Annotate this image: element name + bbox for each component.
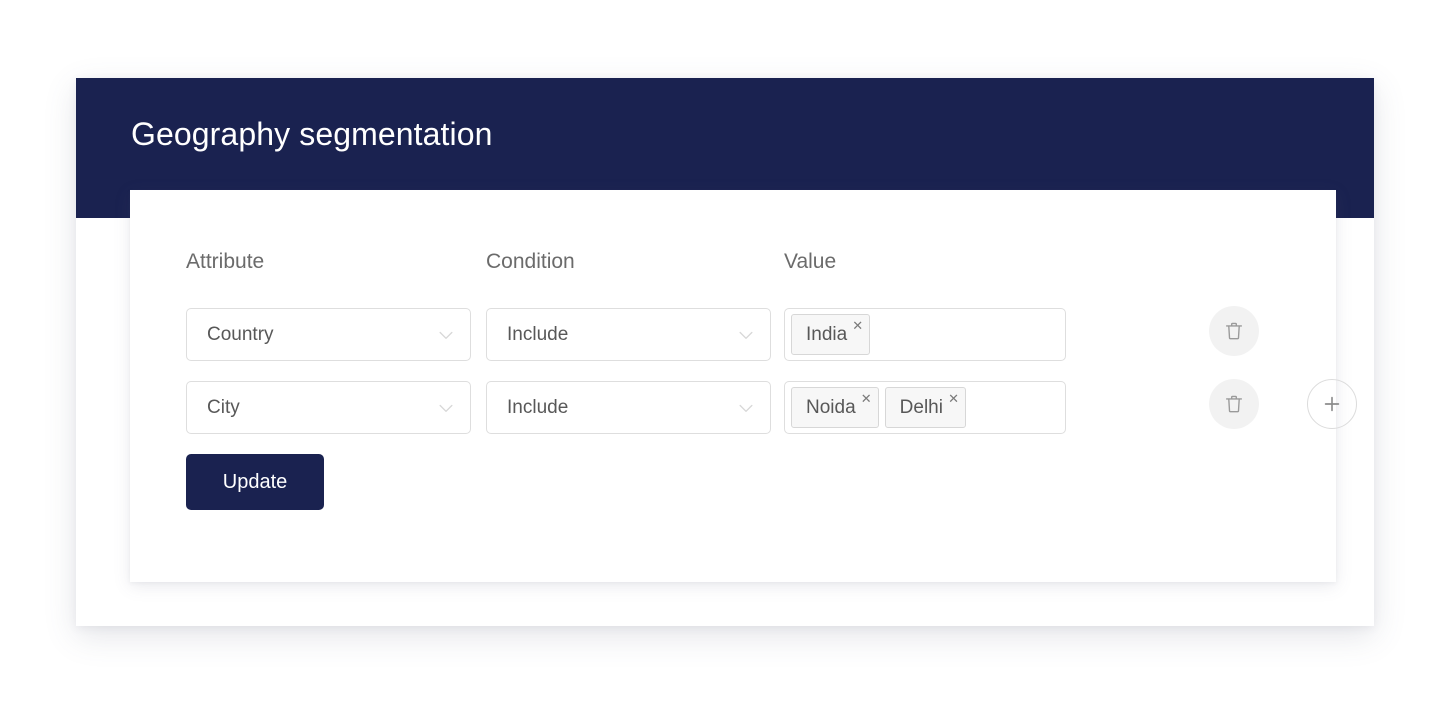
page-title: Geography segmentation xyxy=(131,116,493,152)
trash-icon xyxy=(1225,395,1243,413)
attribute-select-value-row-1: Country xyxy=(207,323,274,345)
chevron-down-icon xyxy=(439,404,453,412)
value-chip-label: Noida xyxy=(806,397,856,418)
plus-icon xyxy=(1324,396,1340,412)
chevron-down-icon xyxy=(739,404,753,412)
value-field-row-2[interactable]: Noida ✕ Delhi ✕ xyxy=(784,381,1066,434)
condition-select-row-2[interactable]: Include xyxy=(486,381,771,434)
close-icon[interactable]: ✕ xyxy=(852,319,863,332)
close-icon[interactable]: ✕ xyxy=(861,392,872,405)
column-header-value: Value xyxy=(784,250,837,273)
condition-select-row-1[interactable]: Include xyxy=(486,308,771,361)
value-chip[interactable]: Noida ✕ xyxy=(791,387,879,428)
attribute-select-row-1[interactable]: Country xyxy=(186,308,471,361)
column-header-attribute: Attribute xyxy=(186,250,265,273)
attribute-select-value-row-2: City xyxy=(207,396,240,418)
value-chip-label: Delhi xyxy=(899,397,943,418)
column-header-condition: Condition xyxy=(486,250,575,273)
condition-select-value-row-1: Include xyxy=(507,323,569,345)
segmentation-panel: Attribute Condition Value Country Includ… xyxy=(130,190,1357,582)
value-field-row-1[interactable]: India ✕ xyxy=(784,308,1066,361)
value-chip[interactable]: Delhi ✕ xyxy=(884,387,966,428)
chevron-down-icon xyxy=(739,331,753,339)
page-root: Geography segmentation Attribute Conditi… xyxy=(0,0,1450,708)
window-card: Geography segmentation Attribute Conditi… xyxy=(76,78,1374,626)
chevron-down-icon xyxy=(439,331,453,339)
trash-icon xyxy=(1225,322,1243,340)
add-row-button[interactable] xyxy=(1307,379,1357,429)
value-chip[interactable]: India ✕ xyxy=(791,314,871,355)
delete-row-button-1[interactable] xyxy=(1209,306,1259,356)
delete-row-button-2[interactable] xyxy=(1209,379,1259,429)
close-icon[interactable]: ✕ xyxy=(948,392,959,405)
condition-select-value-row-2: Include xyxy=(507,396,569,418)
update-button[interactable]: Update xyxy=(186,454,324,510)
value-chip-label: India xyxy=(806,324,848,345)
attribute-select-row-2[interactable]: City xyxy=(186,381,471,434)
